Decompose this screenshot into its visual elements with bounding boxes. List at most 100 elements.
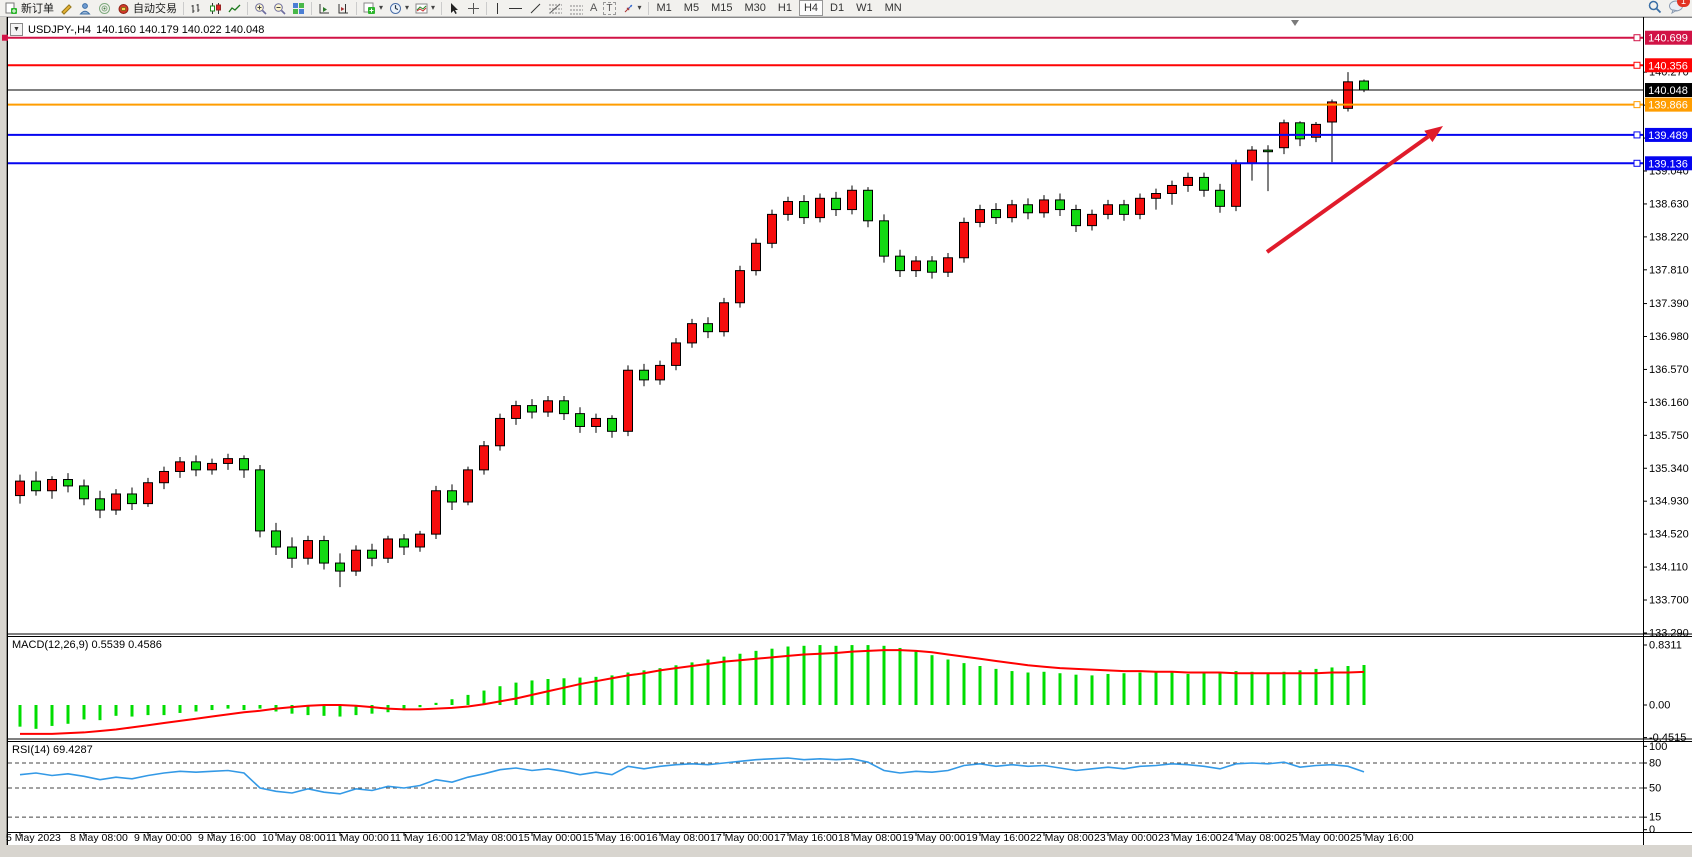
timeframe-h1-button[interactable]: H1 [773,0,797,16]
chart-canvas[interactable]: 140.270139.860139.450139.040138.630138.2… [0,0,1692,857]
autotrade-button[interactable]: 自动交易 [114,1,180,16]
svg-text:8 May 08:00: 8 May 08:00 [70,832,128,844]
text-label-tool-button[interactable]: T [600,1,618,16]
svg-text:140.699: 140.699 [1648,33,1688,45]
hline-handle [1634,62,1640,68]
svg-text:135.750: 135.750 [1649,430,1689,442]
price-axis[interactable]: 140.270139.860139.450139.040138.630138.2… [1643,67,1689,640]
toolbar-separator [247,2,248,15]
auto-scroll-button[interactable] [315,1,334,16]
candle-48 [784,202,793,215]
profile-icon [79,2,92,15]
bar-chart-mode-button[interactable] [187,1,206,16]
crayon-button[interactable] [57,1,76,16]
timeframe-d1-button[interactable]: D1 [825,0,849,16]
svg-text:136.160: 136.160 [1649,397,1689,409]
chart-collapse-icon[interactable]: ▼ [10,23,23,36]
fibo-channel-icon [569,2,584,15]
periods-caret-icon: ▾ [405,4,409,12]
horizontal-line-tool-button[interactable] [505,1,526,16]
candle-53 [864,190,873,221]
new-order-button[interactable]: 新订单 [2,1,57,16]
candle-52 [848,190,857,209]
cursor-tool-button[interactable] [445,1,464,16]
candle-12 [208,463,217,469]
hline-139.136[interactable]: 139.136 [8,156,1692,170]
candle-76 [1232,163,1241,206]
templates-button[interactable]: ▾ [412,1,438,16]
text-tool-button[interactable]: A [587,1,600,16]
hline-139.866[interactable]: 139.866 [8,98,1692,112]
arrow-annotation[interactable] [1267,126,1443,252]
indicators-caret-icon: ▾ [379,4,383,12]
svg-text:25 May 00:00: 25 May 00:00 [1286,832,1350,844]
candle-63 [1024,205,1033,213]
timeframe-m30-button[interactable]: M30 [739,0,770,16]
autotrade-label: 自动交易 [133,0,177,16]
line-chart-icon [228,2,241,15]
candle-19 [320,541,329,563]
svg-text:19 May 16:00: 19 May 16:00 [966,832,1030,844]
timeframe-h4-button[interactable]: H4 [799,0,823,16]
svg-text:25 May 16:00: 25 May 16:00 [1350,832,1414,844]
timeframe-mn-button[interactable]: MN [880,0,907,16]
timeframe-m15-button[interactable]: M15 [706,0,737,16]
timeframe-m5-button[interactable]: M5 [679,0,704,16]
toolbar-separator [356,2,357,15]
candle-1 [32,481,41,491]
svg-text:80: 80 [1649,758,1661,770]
svg-text:137.390: 137.390 [1649,298,1689,310]
date-axis[interactable]: 5 May 20238 May 08:009 May 00:009 May 16… [6,832,1414,844]
candle-43 [704,324,713,332]
candle-61 [992,210,1001,218]
arrows-tool-icon [622,2,635,15]
indicators-add-icon [363,2,376,15]
trendline-tool-button[interactable] [526,1,545,16]
svg-text:134.110: 134.110 [1649,562,1688,574]
indicators-button[interactable]: ▾ [360,1,386,16]
zoom-out-button[interactable] [270,1,289,16]
candle-18 [304,541,313,559]
profile-button[interactable] [76,1,95,16]
hline-140.356[interactable]: 140.356 [8,58,1692,72]
radar-icon [98,2,111,15]
vertical-line-icon [493,2,502,15]
text-tool-icon: A [590,2,597,14]
search-icon[interactable] [1648,0,1662,17]
candle-22 [368,550,377,558]
candle-55 [896,256,905,270]
candle-24 [400,539,409,547]
auto-scroll-icon [318,2,331,15]
rsi-indicator-label: RSI(14) 69.4287 [12,744,93,756]
candle-51 [832,198,841,209]
timeframe-m1-button[interactable]: M1 [652,0,677,16]
crosshair-tool-button[interactable] [464,1,483,16]
candle-chart-mode-button[interactable] [206,1,225,16]
vertical-line-tool-button[interactable] [490,1,505,16]
zoom-in-button[interactable] [251,1,270,16]
candle-29 [480,446,489,470]
chart-shift-button[interactable] [334,1,353,16]
current-price-line: 140.048 [8,83,1692,97]
candle-66 [1072,210,1081,226]
candle-15 [256,470,265,531]
arrows-tool-button[interactable]: ▾ [619,1,645,16]
periods-button[interactable]: ▾ [386,1,412,16]
hline-handle [1634,132,1640,138]
candle-58 [944,258,953,272]
candle-50 [816,198,825,217]
svg-text:11 May 16:00: 11 May 16:00 [390,832,453,844]
notifications-button[interactable]: 1 [1668,0,1684,17]
fibo-retracement-tool-button[interactable] [545,1,566,16]
line-chart-mode-button[interactable] [225,1,244,16]
chart-shift-marker[interactable] [1291,20,1299,26]
candle-72 [1168,185,1177,193]
timeframe-w1-button[interactable]: W1 [851,0,878,16]
candle-26 [432,491,441,534]
candle-40 [656,365,665,379]
candle-44 [720,303,729,332]
fibo-channel-tool-button[interactable] [566,1,587,16]
pane-borders [7,17,1692,845]
tile-windows-button[interactable] [289,1,308,16]
radar-button[interactable] [95,1,114,16]
